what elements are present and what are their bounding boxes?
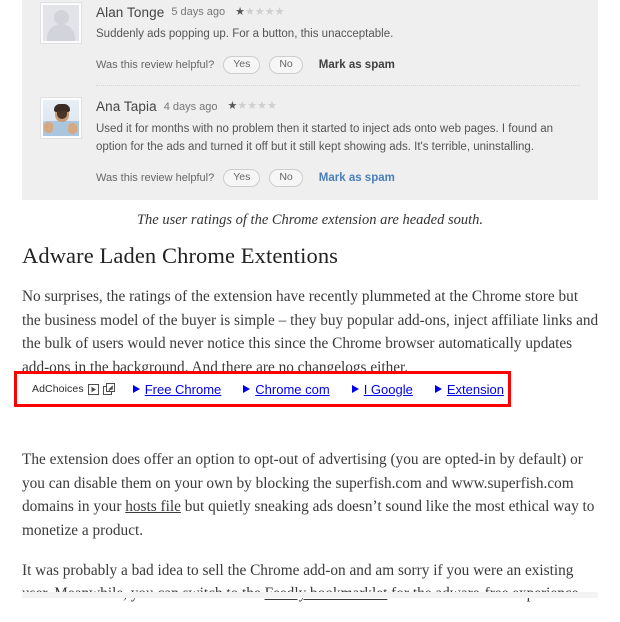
reviewer-name: Ana Tapia — [96, 99, 157, 115]
reviewer-name: Alan Tonge — [96, 4, 165, 20]
chrome-store-reviews-panel: Alan Tonge 5 days ago ★★★★★ Suddenly ads… — [22, 0, 598, 200]
paragraph-1: No surprises, the ratings of the extensi… — [22, 288, 599, 377]
article-page: { "reviews_panel": { "background_color":… — [0, 0, 620, 602]
ad-link-chrome-com[interactable]: Chrome com — [243, 381, 330, 397]
adchoices-badge[interactable]: AdChoices — [32, 383, 115, 395]
avatar — [40, 96, 82, 139]
figure-caption: The user ratings of the Chrome extension… — [136, 212, 484, 228]
external-link-icon[interactable] — [102, 383, 115, 395]
ad-links-row: Free Chrome Chrome com I Google Extensio… — [132, 381, 526, 397]
review-text: Used it for months with no problem then … — [96, 122, 554, 153]
play-triangle-icon — [132, 385, 140, 393]
ad-link-extension[interactable]: Extension — [434, 381, 504, 397]
helpful-question: Was this review helpful? — [96, 58, 215, 71]
review-text: Suddenly ads popping up. For a button, t… — [96, 28, 394, 40]
ad-link-label: Chrome com — [255, 381, 330, 397]
review-helpful-row: Was this review helpful? Yes No Mark as … — [96, 168, 598, 187]
mark-as-spam-link[interactable]: Mark as spam — [319, 59, 395, 71]
ad-link-free-chrome[interactable]: Free Chrome — [132, 381, 222, 397]
adchoices-ad-block: AdChoices Free Chrome Chrome com I Googl… — [14, 371, 511, 407]
review-helpful-row: Was this review helpful? Yes No Mark as … — [96, 55, 598, 74]
vote-no-button[interactable]: No — [269, 168, 303, 187]
ad-link-label: Extension — [446, 381, 504, 397]
article-body: Adware Laden Chrome Extentions No surpri… — [22, 243, 600, 622]
play-triangle-icon — [434, 385, 442, 393]
review-item: Ana Tapia 4 days ago ★★★★★ Used it for m… — [22, 86, 598, 187]
star-rating: ★★★★★ — [227, 100, 277, 113]
placeholder-avatar-icon — [43, 5, 79, 41]
play-triangle-icon — [351, 385, 359, 393]
star-rating: ★★★★★ — [235, 5, 285, 18]
ad-link-i-google[interactable]: I Google — [351, 381, 413, 397]
paragraph-2: The extension does offer an option to op… — [22, 448, 600, 543]
vote-no-button[interactable]: No — [269, 55, 303, 74]
adchoices-triangle-icon[interactable] — [87, 383, 99, 395]
vote-yes-button[interactable]: Yes — [223, 55, 261, 74]
user-photo-avatar-icon — [43, 99, 79, 136]
review-timestamp: 5 days ago — [171, 6, 226, 18]
ad-link-label: I Google — [363, 381, 413, 397]
section-divider — [22, 592, 598, 598]
helpful-question: Was this review helpful? — [96, 171, 215, 184]
section-heading: Adware Laden Chrome Extentions — [22, 243, 339, 268]
avatar — [40, 2, 82, 44]
paragraph-3: It was probably a bad idea to sell the C… — [22, 559, 600, 606]
adchoices-label: AdChoices — [32, 383, 84, 395]
vote-yes-button[interactable]: Yes — [223, 168, 261, 187]
review-item: Alan Tonge 5 days ago ★★★★★ Suddenly ads… — [22, 0, 598, 86]
review-timestamp: 4 days ago — [163, 100, 218, 113]
mark-as-spam-link[interactable]: Mark as spam — [319, 172, 395, 184]
play-triangle-icon — [243, 385, 251, 393]
hosts-file-link[interactable]: hosts file — [125, 498, 181, 515]
ad-link-label: Free Chrome — [144, 381, 222, 397]
